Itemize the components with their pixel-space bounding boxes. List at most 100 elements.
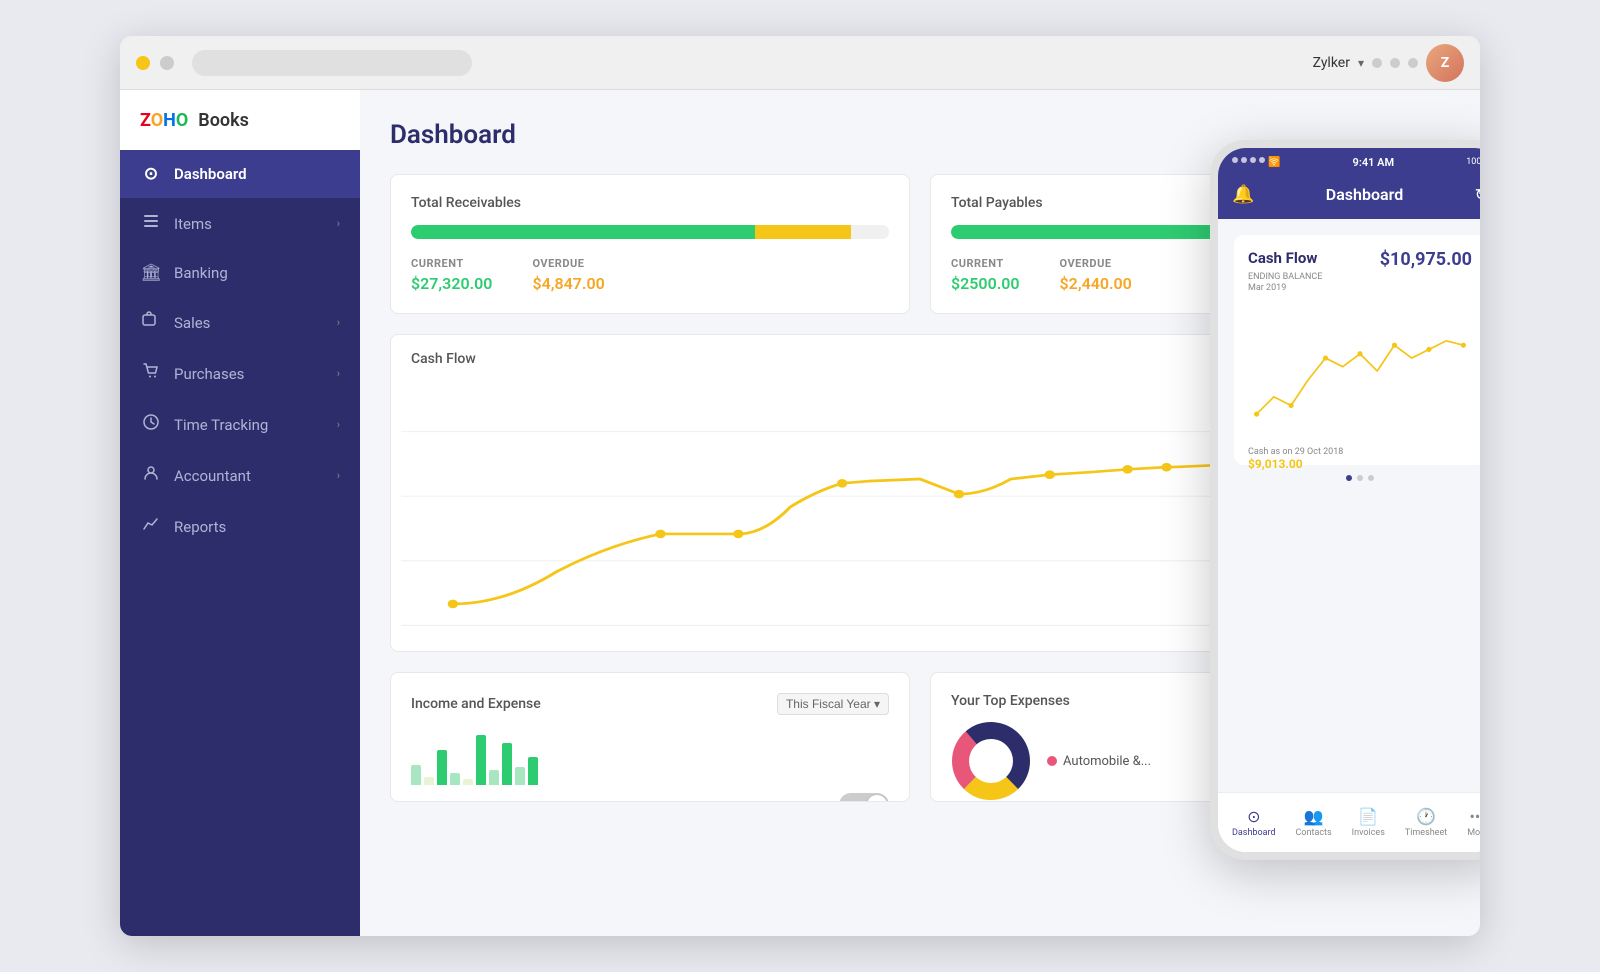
phone-nav-timesheet-label: Timesheet (1405, 828, 1447, 838)
signal-dot-1 (1232, 157, 1238, 163)
avatar[interactable]: Z (1426, 44, 1464, 82)
bar-9 (515, 767, 525, 785)
logo-z: Z (140, 110, 151, 131)
phone-cashflow-chart (1248, 301, 1472, 441)
items-chevron-icon: › (337, 217, 340, 230)
sidebar-item-sales[interactable]: Sales › (120, 297, 360, 348)
receivables-amounts: CURRENT $27,320.00 OVERDUE $4,847.00 (411, 257, 889, 293)
content-area: Dashboard Total Receivables CURRENT $27,… (360, 90, 1480, 936)
sidebar-item-accountant[interactable]: Accountant › (120, 450, 360, 501)
payables-overdue: OVERDUE $2,440.00 (1060, 257, 1132, 293)
signal-dot-2 (1241, 157, 1247, 163)
wifi-icon: 🛜 (1268, 157, 1280, 168)
automobile-dot (1047, 756, 1057, 766)
phone-nav-invoices-icon: 📄 (1358, 807, 1378, 826)
items-icon (140, 212, 162, 235)
toggle-switch[interactable] (839, 793, 889, 802)
main-layout: ZOHO Books ⊙ Dashboard Item (120, 90, 1480, 936)
logo-books: Books (198, 110, 249, 131)
expense-item-automobile: Automobile &... (1047, 754, 1151, 769)
sidebar-item-purchases[interactable]: Purchases › (120, 348, 360, 399)
receivables-current-bar (411, 225, 755, 239)
purchases-chevron-icon: › (337, 367, 340, 380)
tb-dot3 (1408, 58, 1418, 68)
income-expense-filter[interactable]: This Fiscal Year ▾ (777, 693, 889, 715)
automobile-label: Automobile &... (1063, 754, 1151, 769)
phone-nav-invoices[interactable]: 📄 Invoices (1352, 807, 1385, 838)
phone-header-title: Dashboard (1326, 185, 1403, 204)
phone-nav-dashboard[interactable]: ⊙ Dashboard (1232, 807, 1276, 838)
phone-battery: 100% (1466, 157, 1480, 167)
income-expense-title: Income and Expense (411, 696, 541, 712)
receivables-overdue-bar (755, 225, 851, 239)
signal-dot-3 (1250, 157, 1256, 163)
sales-chevron-icon: › (337, 316, 340, 329)
sidebar-label-items: Items (174, 215, 325, 233)
reports-icon (140, 515, 162, 538)
top-expenses-title: Your Top Expenses (951, 693, 1070, 709)
receivables-title: Total Receivables (411, 195, 889, 211)
purchases-icon (140, 362, 162, 385)
phone-nav-contacts[interactable]: 👥 Contacts (1296, 807, 1332, 838)
phone-nav-timesheet[interactable]: 🕐 Timesheet (1405, 807, 1447, 838)
phone-bell-icon[interactable]: 🔔 (1232, 184, 1254, 205)
phone-cashflow-amount: $10,975.00 (1380, 249, 1472, 270)
accountant-icon (140, 464, 162, 487)
sidebar-label-purchases: Purchases (174, 365, 325, 383)
title-bar: Zylker ▾ Z (120, 36, 1480, 90)
phone-cashflow-header: Cash Flow ENDING BALANCEMar 2019 $10,975… (1248, 249, 1472, 293)
user-name[interactable]: Zylker (1313, 55, 1350, 71)
receivables-current: CURRENT $27,320.00 (411, 257, 492, 293)
phone-nav-dashboard-icon: ⊙ (1247, 807, 1260, 826)
sidebar-item-timetracking[interactable]: Time Tracking › (120, 399, 360, 450)
sidebar: ZOHO Books ⊙ Dashboard Item (120, 90, 360, 936)
receivables-current-label: CURRENT (411, 257, 492, 270)
phone-content: Cash Flow ENDING BALANCEMar 2019 $10,975… (1218, 219, 1480, 793)
bar-1 (411, 765, 421, 785)
accountant-chevron-icon: › (337, 469, 340, 482)
title-bar-right: Zylker ▾ Z (1313, 44, 1464, 82)
window-btn-minimize[interactable] (160, 56, 174, 70)
phone-ending-balance-label: ENDING BALANCEMar 2019 (1248, 272, 1322, 293)
phone-cashflow-left: Cash Flow ENDING BALANCEMar 2019 (1248, 249, 1322, 293)
phone-nav-more[interactable]: ••• More (1467, 807, 1480, 838)
mobile-overlay: 🛜 9:41 AM 100% 🔔 Dashboard ↻ (1210, 140, 1480, 860)
receivables-overdue: OVERDUE $4,847.00 (532, 257, 604, 293)
payables-overdue-value: $2,440.00 (1060, 274, 1132, 293)
logo-h: H (163, 110, 176, 131)
phone-nav-contacts-label: Contacts (1296, 828, 1332, 838)
phone-chart-amount: $9,013.00 (1248, 457, 1472, 471)
sidebar-item-dashboard[interactable]: ⊙ Dashboard (120, 150, 360, 198)
user-dropdown-icon[interactable]: ▾ (1358, 56, 1364, 70)
payables-current-label: CURRENT (951, 257, 1020, 270)
expenses-pie-chart (951, 721, 1031, 801)
sidebar-item-reports[interactable]: Reports (120, 501, 360, 552)
sidebar-label-dashboard: Dashboard (174, 165, 340, 183)
bar-10 (528, 757, 538, 785)
banking-icon: 🏛 (140, 263, 162, 283)
phone-nav-dashboard-label: Dashboard (1232, 828, 1276, 838)
payables-current-value: $2500.00 (951, 274, 1020, 293)
receivables-progress-bar (411, 225, 889, 239)
slide-dot-2 (1357, 475, 1363, 481)
toggle-area (411, 793, 889, 802)
receivables-current-value: $27,320.00 (411, 274, 492, 293)
phone-time: 9:41 AM (1353, 156, 1395, 169)
sidebar-item-items[interactable]: Items › (120, 198, 360, 249)
payables-overdue-label: OVERDUE (1060, 257, 1132, 270)
sidebar-item-banking[interactable]: 🏛 Banking (120, 249, 360, 297)
phone-nav-contacts-icon: 👥 (1304, 807, 1324, 826)
phone-bottom-nav: ⊙ Dashboard 👥 Contacts 📄 Invoices 🕐 Time… (1218, 792, 1480, 852)
top-expenses-legend: Automobile &... (1047, 754, 1151, 769)
app-window: Zylker ▾ Z ZOHO Books ⊙ Dash (120, 36, 1480, 936)
phone-refresh-icon[interactable]: ↻ (1475, 185, 1480, 204)
toggle-knob (867, 795, 887, 802)
sidebar-label-reports: Reports (174, 518, 340, 536)
url-bar[interactable] (192, 50, 472, 76)
bar-5 (463, 779, 473, 785)
phone-chart-area: Cash as on 29 Oct 2018 $9,013.00 (1248, 301, 1472, 451)
payables-current: CURRENT $2500.00 (951, 257, 1020, 293)
slide-dot-3 (1368, 475, 1374, 481)
income-expense-bars (411, 727, 889, 787)
window-btn-close[interactable] (136, 56, 150, 70)
